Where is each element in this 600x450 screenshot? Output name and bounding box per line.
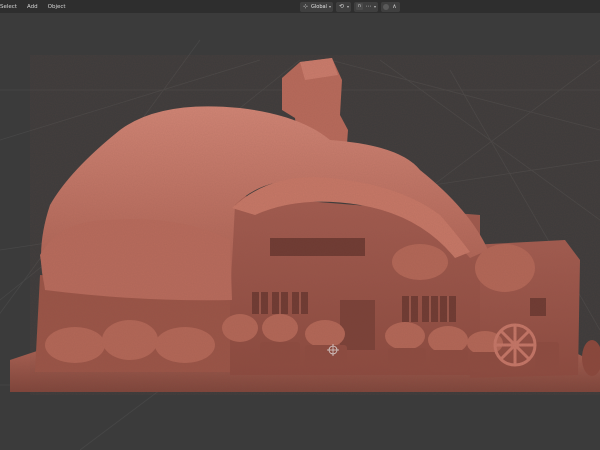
chevron-down-icon[interactable]: ▾ [374,4,376,9]
transform-tools: ⊹ Global ▾ ⟲ ▾ ∩ ⋯ ▾ ∧ [300,1,400,12]
chevron-down-icon: ▾ [328,4,331,9]
snap-increment-icon[interactable]: ⋯ [365,3,372,10]
pivot-icon: ⟲ [338,3,344,10]
falloff-icon[interactable]: ∧ [391,3,398,10]
orientation-dropdown[interactable]: ⊹ Global ▾ [300,1,333,12]
snap-group: ∩ ⋯ ▾ [353,1,378,12]
viewport-menu: Select Add Object [0,3,68,11]
axis-icon: ⊹ [302,3,309,10]
orientation-label: Global [311,3,327,10]
pivot-dropdown[interactable]: ⟲ ▾ [335,1,351,12]
proportional-edit-icon[interactable] [383,3,389,10]
3d-viewport[interactable]: Select Add Object ⊹ Global ▾ ⟲ ▾ ∩ ⋯ ▾ ∧ [0,0,600,450]
menu-object[interactable]: Object [46,3,68,11]
proportional-group: ∧ [381,1,400,12]
chevron-down-icon: ▾ [346,4,349,9]
magnet-icon[interactable]: ∩ [355,3,363,10]
cottage-mesh[interactable] [0,0,600,450]
menu-select[interactable]: Select [0,3,19,11]
viewport-header: Select Add Object ⊹ Global ▾ ⟲ ▾ ∩ ⋯ ▾ ∧ [0,0,600,13]
menu-add[interactable]: Add [25,3,40,11]
